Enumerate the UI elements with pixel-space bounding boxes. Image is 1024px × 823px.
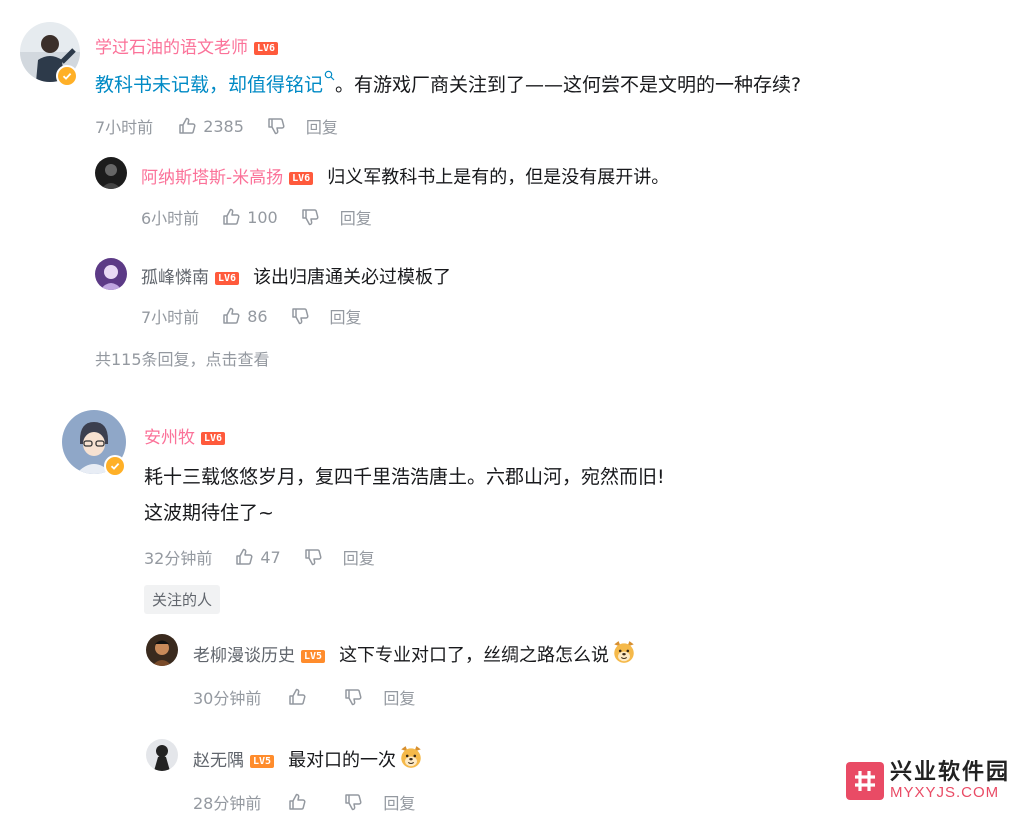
watermark-name: 兴业软件园 bbox=[889, 760, 1010, 785]
like-count: 86 bbox=[247, 306, 268, 326]
reply-text: 最对口的一次 bbox=[288, 750, 397, 771]
thumbs-up-icon[interactable] bbox=[221, 207, 241, 227]
level-badge: LV5 bbox=[250, 754, 275, 768]
comment-text: 耗十三载悠悠岁月，复四千里浩浩唐土。六郡山河，宛然而旧! 这波期待住了~ bbox=[144, 461, 665, 529]
thumbs-down-icon[interactable] bbox=[290, 306, 310, 326]
avatar[interactable] bbox=[95, 157, 127, 189]
thumbs-down-icon[interactable] bbox=[266, 116, 286, 136]
reply-button[interactable]: 回复 bbox=[330, 304, 362, 328]
site-watermark: 兴业软件园 MYXYJS.COM bbox=[845, 760, 1010, 802]
comment-text: 教科书未记载，却值得铭记 。有游戏厂商关注到了——这何尝不是文明的一种存续? bbox=[95, 69, 801, 101]
username-text[interactable]: 赵无隅 bbox=[193, 751, 244, 771]
comment-text-line: 耗十三载悠悠岁月，复四千里浩浩唐土。六郡山河，宛然而旧! bbox=[144, 466, 665, 488]
reply-meta: 7小时前 86 回复 bbox=[141, 304, 362, 328]
search-link-text[interactable]: 教科书未记载，却值得铭记 bbox=[95, 74, 323, 96]
search-icon[interactable] bbox=[324, 70, 335, 81]
thumbs-down-icon[interactable] bbox=[303, 547, 323, 567]
level-badge: LV5 bbox=[301, 649, 326, 663]
level-badge: LV6 bbox=[201, 431, 226, 445]
like-count: 2385 bbox=[203, 116, 244, 136]
avatar[interactable] bbox=[146, 634, 178, 666]
reply-username[interactable]: 阿纳斯塔斯-米高扬 LV6 归义军教科书上是有的，但是没有展开讲。 bbox=[141, 163, 669, 189]
avatar[interactable] bbox=[95, 258, 127, 290]
thumbs-up-icon[interactable] bbox=[221, 306, 241, 326]
dog-emoji-icon bbox=[611, 639, 637, 665]
reply-text: 这下专业对口了，丝绸之路怎么说 bbox=[339, 645, 610, 666]
timestamp: 7小时前 bbox=[95, 118, 154, 137]
username-text[interactable]: 安州牧 bbox=[144, 428, 195, 448]
reply-meta: 6小时前 100 回复 bbox=[141, 205, 372, 229]
search-link[interactable]: 教科书未记载，却值得铭记 bbox=[95, 70, 335, 96]
timestamp: 32分钟前 bbox=[144, 549, 213, 568]
comment-meta: 32分钟前 47 回复 bbox=[144, 545, 375, 569]
timestamp: 28分钟前 bbox=[193, 794, 262, 813]
reply-button[interactable]: 回复 bbox=[343, 545, 375, 569]
avatar[interactable] bbox=[146, 739, 178, 771]
level-badge: LV6 bbox=[289, 171, 314, 185]
verified-badge-icon bbox=[104, 455, 126, 477]
reply-username[interactable]: 孤峰憐南 LV6 该出归唐通关必过模板了 bbox=[141, 263, 451, 289]
username-text[interactable]: 老柳漫谈历史 bbox=[193, 646, 295, 666]
thumbs-up-icon[interactable] bbox=[234, 547, 254, 567]
reply-meta: 28分钟前 回复 bbox=[193, 790, 415, 814]
reply-username[interactable]: 老柳漫谈历史 LV5 这下专业对口了，丝绸之路怎么说 bbox=[193, 639, 637, 667]
view-more-replies[interactable]: 共115条回复，点击查看 bbox=[95, 346, 270, 370]
comment-username[interactable]: 安州牧 LV6 bbox=[144, 423, 226, 448]
thumbs-up-icon[interactable] bbox=[287, 687, 307, 707]
reply-text: 该出归唐通关必过模板了 bbox=[253, 267, 452, 288]
followed-tag: 关注的人 bbox=[144, 585, 221, 614]
timestamp: 7小时前 bbox=[141, 308, 200, 327]
like-count: 47 bbox=[260, 547, 281, 567]
thumbs-down-icon[interactable] bbox=[343, 687, 363, 707]
verified-badge-icon bbox=[56, 65, 78, 87]
thumbs-down-icon[interactable] bbox=[300, 207, 320, 227]
comment-text-line: 这波期待住了~ bbox=[144, 502, 274, 524]
username-text[interactable]: 学过石油的语文老师 bbox=[95, 38, 248, 58]
reply-text: 归义军教科书上是有的，但是没有展开讲。 bbox=[327, 167, 670, 188]
watermark-logo-icon bbox=[845, 762, 884, 801]
level-badge: LV6 bbox=[254, 41, 279, 55]
thumbs-up-icon[interactable] bbox=[287, 792, 307, 812]
watermark-url: MYXYJS.COM bbox=[889, 784, 1000, 802]
reply-meta: 30分钟前 回复 bbox=[193, 685, 415, 709]
reply-button[interactable]: 回复 bbox=[340, 205, 372, 229]
level-badge: LV6 bbox=[215, 271, 240, 285]
reply-button[interactable]: 回复 bbox=[306, 114, 338, 138]
thumbs-up-icon[interactable] bbox=[177, 116, 197, 136]
username-text[interactable]: 孤峰憐南 bbox=[141, 268, 209, 288]
username-text[interactable]: 阿纳斯塔斯-米高扬 bbox=[141, 168, 283, 188]
reply-button[interactable]: 回复 bbox=[383, 790, 415, 814]
comment-text-body: 。有游戏厂商关注到了——这何尝不是文明的一种存续? bbox=[335, 74, 802, 96]
reply-button[interactable]: 回复 bbox=[383, 685, 415, 709]
timestamp: 6小时前 bbox=[141, 209, 200, 228]
like-count: 100 bbox=[247, 207, 278, 227]
thumbs-down-icon[interactable] bbox=[343, 792, 363, 812]
comment-username[interactable]: 学过石油的语文老师 LV6 bbox=[95, 33, 279, 58]
dog-emoji-icon bbox=[398, 744, 424, 770]
timestamp: 30分钟前 bbox=[193, 689, 262, 708]
comment-meta: 7小时前 2385 回复 bbox=[95, 114, 338, 138]
reply-username[interactable]: 赵无隅 LV5 最对口的一次 bbox=[193, 744, 424, 772]
